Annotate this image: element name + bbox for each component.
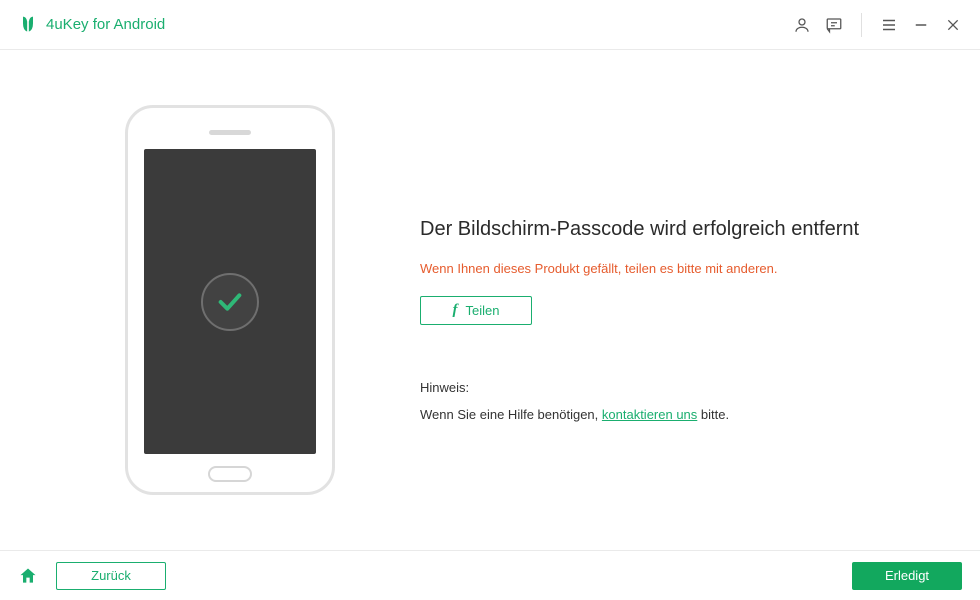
footer-bar: Zurück Erledigt <box>0 550 980 600</box>
facebook-icon: f <box>453 302 458 319</box>
note-body: Wenn Sie eine Hilfe benötigen, kontaktie… <box>420 407 920 422</box>
share-button-row: f Teilen <box>420 296 920 325</box>
share-message: Wenn Ihnen dieses Produkt gefällt, teile… <box>420 261 920 276</box>
share-button[interactable]: f Teilen <box>420 296 532 325</box>
titlebar-left: 4uKey for Android <box>18 15 793 35</box>
phone-screen <box>144 149 316 454</box>
back-button[interactable]: Zurück <box>56 562 166 590</box>
app-logo-icon <box>18 15 38 35</box>
share-button-label: Teilen <box>466 303 500 318</box>
home-icon[interactable] <box>18 566 38 586</box>
main-content: Der Bildschirm-Passcode wird erfolgreich… <box>0 50 980 550</box>
phone-illustration-column <box>60 105 400 495</box>
product-name: 4uKey for Android <box>46 16 165 33</box>
close-icon[interactable] <box>944 16 962 34</box>
feedback-icon[interactable] <box>825 16 843 34</box>
titlebar: 4uKey for Android <box>0 0 980 50</box>
phone-home-button <box>208 466 252 482</box>
phone-speaker <box>209 130 251 135</box>
note-title: Hinweis: <box>420 380 920 395</box>
message-column: Der Bildschirm-Passcode wird erfolgreich… <box>400 178 920 422</box>
note-suffix: bitte. <box>697 407 729 422</box>
menu-icon[interactable] <box>880 16 898 34</box>
titlebar-right <box>793 13 962 37</box>
minimize-icon[interactable] <box>912 16 930 34</box>
success-heading: Der Bildschirm-Passcode wird erfolgreich… <box>420 218 920 241</box>
success-check-icon <box>201 273 259 331</box>
done-button[interactable]: Erledigt <box>852 562 962 590</box>
account-icon[interactable] <box>793 16 811 34</box>
phone-illustration <box>125 105 335 495</box>
note-prefix: Wenn Sie eine Hilfe benötigen, <box>420 407 602 422</box>
contact-us-link[interactable]: kontaktieren uns <box>602 407 697 422</box>
titlebar-separator <box>861 13 862 37</box>
